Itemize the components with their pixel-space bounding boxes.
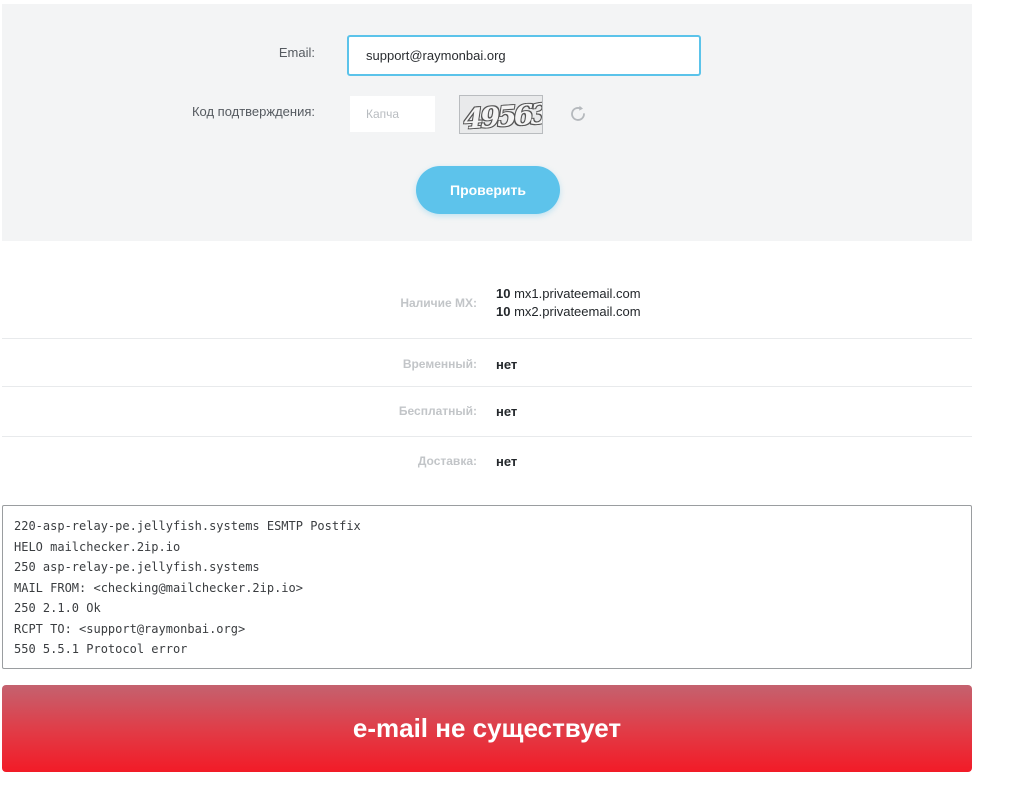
email-input[interactable] — [347, 35, 701, 76]
captcha-image-text: 49563 — [461, 97, 543, 134]
email-checker-page: Email: Код подтверждения: 49563 Проверит… — [0, 0, 1024, 785]
delivery-label: Доставка: — [417, 454, 477, 468]
smtp-log[interactable]: 220-asp-relay-pe.jellyfish.systems ESMTP… — [2, 505, 972, 669]
log-line: 250 2.1.0 Ok — [14, 601, 101, 615]
result-row-delivery: Доставка: нет — [2, 436, 972, 486]
captcha-input[interactable] — [350, 96, 435, 132]
verify-button[interactable]: Проверить — [416, 166, 560, 214]
mx-record: 10 mx1.privateemail.com — [496, 286, 641, 301]
captcha-image: 49563 — [459, 95, 543, 134]
check-form-panel: Email: Код подтверждения: 49563 Проверит… — [2, 4, 972, 241]
delivery-value: нет — [496, 454, 518, 469]
mx-priority: 10 — [496, 304, 511, 319]
captcha-label: Код подтверждения: — [191, 104, 315, 119]
free-value: нет — [496, 404, 518, 419]
free-label: Бесплатный: — [398, 404, 477, 418]
log-line: RCPT TO: <support@raymonbai.org> — [14, 621, 246, 636]
mx-host: mx1.privateemail.com — [514, 286, 641, 301]
temporary-value: нет — [496, 357, 518, 372]
log-line: MAIL FROM: <checking@mailchecker.2ip.io> — [14, 580, 303, 595]
result-banner-text: e-mail не существует — [352, 713, 622, 743]
result-row-free: Бесплатный: нет — [2, 386, 972, 437]
mx-label: Наличие MX: — [400, 296, 477, 310]
mx-host: mx2.privateemail.com — [514, 304, 641, 319]
log-line: 250 asp-relay-pe.jellyfish.systems — [14, 560, 260, 574]
result-row-mx: Наличие MX: 10 mx1.privateemail.com 10 m… — [2, 262, 972, 339]
log-line: 550 5.5.1 Protocol error — [14, 642, 188, 656]
temporary-label: Временный: — [402, 357, 477, 371]
log-line: 220-asp-relay-pe.jellyfish.systems ESMTP… — [14, 519, 361, 533]
mx-record: 10 mx2.privateemail.com — [496, 304, 641, 319]
refresh-icon[interactable] — [567, 103, 589, 125]
mx-priority: 10 — [496, 286, 511, 301]
log-line: HELO mailchecker.2ip.io — [14, 539, 181, 554]
result-row-temporary: Временный: нет — [2, 338, 972, 387]
result-banner: e-mail не существует — [2, 685, 972, 772]
email-label: Email: — [278, 45, 315, 60]
